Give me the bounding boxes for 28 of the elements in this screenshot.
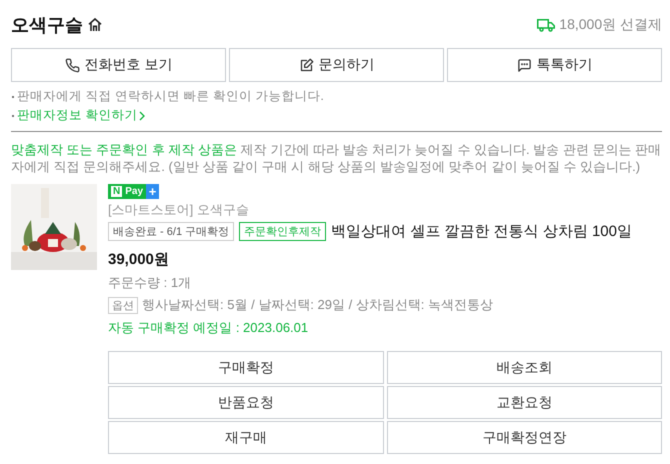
phone-icon [64, 58, 80, 72]
auto-confirm-date: 자동 구매확정 예정일 : 2023.06.01 [108, 319, 310, 337]
contact-note: 판매자에게 직접 연락하시면 빠른 확인이 가능합니다. [17, 88, 324, 105]
chat-icon [516, 58, 532, 72]
edit-icon [298, 58, 314, 72]
option-text: 행사날짜선택: 5월 / 날짜선택: 29일 / 상차림선택: 녹색전통상 [142, 296, 494, 314]
truck-icon [537, 18, 556, 32]
home-icon [87, 17, 103, 33]
action-button[interactable]: 구매확정연장 [386, 421, 662, 454]
order-quantity: 주문수량 : 1개 [108, 274, 192, 292]
action-button[interactable]: 반품요청 [108, 386, 384, 419]
product-price: 39,000원 [108, 250, 170, 269]
action-button[interactable]: 구매확정 [108, 351, 384, 384]
action-button[interactable]: 재구매 [108, 421, 384, 454]
action-button[interactable]: 교환요청 [386, 386, 662, 419]
status-tag: 배송완료 - 6/1 구매확정 [108, 222, 234, 241]
phone-button[interactable]: 전화번호 보기 [11, 48, 226, 82]
production-notice: 맞춤제작 또는 주문확인 후 제작 상품은 제작 기간에 따라 발송 처리가 늦어질 수 있습니다. 발송 관련 문의는 판매자에게 직접 문의해주세요. (일반 상품 같이 구매 시 해당 상품의 발송일정에 맞추어 같이 늦어질 수 있습니다.) [11, 141, 662, 175]
store-name: [스마트스토어] 오색구슬 [108, 201, 250, 219]
made-to-order-tag: 주문확인후제작 [239, 222, 326, 241]
action-button[interactable]: 배송조회 [386, 351, 662, 384]
seller-name: 오색구슬 [11, 14, 83, 37]
chevron-icon [139, 110, 146, 120]
shipping-fee: 18,000원 선결제 [559, 16, 662, 34]
inquiry-button[interactable]: 문의하기 [229, 48, 444, 82]
chat-button[interactable]: 톡톡하기 [447, 48, 662, 82]
product-title: 백일상대여 셀프 깔끔한 전통식 상차림 100일 [331, 222, 632, 241]
option-tag: 옵션 [108, 296, 138, 314]
